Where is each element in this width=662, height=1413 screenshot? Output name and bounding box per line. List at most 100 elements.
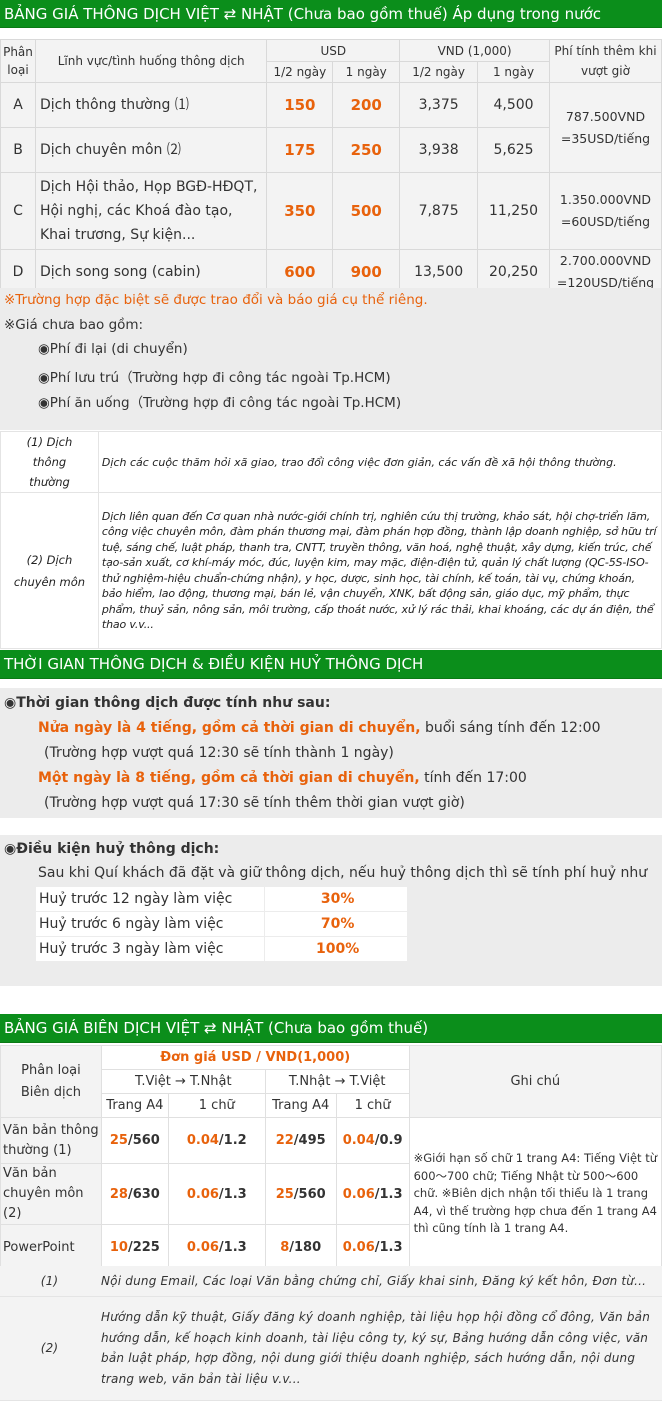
cancel-row: Huỷ trước 12 ngày làm việc 30% [34,886,408,912]
definition-row: (1) Nội dung Email, Các loại Văn bằng ch… [0,1266,662,1297]
header-usd: USD [266,39,401,62]
vj-char-price: 0.06/1.3 [167,1163,266,1225]
cancel-label: Huỷ trước 3 ngày làm việc [34,936,266,962]
definition-key: (1) [0,1266,99,1297]
header-a4-page: Trang A4 [100,1093,169,1118]
fee-travel: ◉Phí đi lại (di chuyển) [38,341,188,357]
row-field: Dịch thông thường ⑴ [34,82,268,128]
vnd-full-price: 4,500 [477,82,550,128]
vj-page-price: 28/630 [100,1163,169,1225]
vnd-value: /0.9 [374,1133,403,1148]
table-row: C Dịch Hội thảo, Họp BGĐ-HĐQT, Hội nghị,… [0,172,662,250]
definition-key: (2) Dịch chuyên môn [0,492,99,649]
definition-text: Dịch liên quan đến Cơ quan nhà nước-giới… [97,492,662,649]
jv-page-price: 22/495 [264,1117,337,1164]
vj-char-price: 0.04/1.2 [167,1117,266,1164]
cancel-row: Huỷ trước 3 ngày làm việc 100% [34,936,408,962]
vnd-value: /1.2 [218,1133,247,1148]
definition-row: (1) Dịch thông thường Dịch các cuộc thăm… [0,431,662,493]
price-notes: ※Trường hợp đặc biệt sẽ được trao đổi và… [0,288,662,430]
half-day-bold: Nửa ngày là 4 tiếng, gồm cả thời gian di… [38,720,421,736]
full-day-bold: Một ngày là 8 tiếng, gồm cả thời gian di… [38,770,420,786]
header-vnd: VND (1,000) [399,39,550,62]
cancel-fee-table: Huỷ trước 12 ngày làm việc 30% Huỷ trước… [34,886,408,962]
translation-title: BẢNG GIÁ BIÊN DỊCH VIỆT ⇄ NHẬT (Chưa bao… [0,1014,662,1043]
translation-category: Văn bản thông thường (1) [0,1117,102,1164]
vnd-value: /1.3 [374,1240,403,1255]
fee-meals: ◉Phí ăn uống（Trường hợp đi công tác ngoà… [38,395,402,411]
header-note: Ghi chú [408,1045,662,1118]
half-day-rest: buổi sáng tính đến 12:00 [420,720,601,736]
cancel-percent: 30% [264,886,408,912]
header-jp-to-viet: T.Nhật → T.Việt [264,1069,410,1094]
half-day-rule: Nửa ngày là 4 tiếng, gồm cả thời gian di… [38,720,600,736]
cancel-label: Huỷ trước 6 ngày làm việc [34,911,266,937]
usd-value: 0.06 [186,1240,219,1255]
usd-full-price: 200 [332,82,401,128]
row-field: Dịch chuyên môn ⑵ [34,127,268,173]
vnd-half-price: 3,375 [399,82,479,128]
header-category: Phân loại [0,39,36,83]
vj-page-price: 25/560 [100,1117,169,1164]
header-a4-page: Trang A4 [264,1093,337,1118]
translation-note: ※Giới hạn số chữ 1 trang A4: Tiếng Việt … [408,1117,662,1271]
row-field: Dịch Hội thảo, Họp BGĐ-HĐQT, Hội nghị, c… [34,172,268,250]
cancel-percent: 100% [264,936,408,962]
row-category: B [0,127,36,173]
full-day-rule: Một ngày là 8 tiếng, gồm cả thời gian di… [38,770,527,786]
translation-category: Văn bản chuyên môn (2) [0,1163,102,1225]
definition-row: (2) Hướng dẫn kỹ thuật, Giấy đăng ký doa… [0,1296,662,1401]
vj-page-price: 10/225 [100,1224,169,1271]
interpretation-definitions: (1) Dịch thông thường Dịch các cuộc thăm… [0,431,662,649]
jv-page-price: 8/180 [264,1224,337,1271]
usd-value: 25 [109,1133,128,1148]
header-per-char: 1 chữ [167,1093,266,1118]
translation-definitions: (1) Nội dung Email, Các loại Văn bằng ch… [0,1266,662,1401]
row-category: C [0,172,36,250]
jv-char-price: 0.06/1.3 [335,1224,410,1271]
translation-price-table: Phân loại Biên dịch Đơn giá USD / VND(1,… [0,1045,662,1271]
extra-fee: 1.350.000VND =60USD/tiếng [548,172,662,250]
header-usd-half: 1/2 ngày [266,61,334,83]
jv-char-price: 0.04/0.9 [335,1117,410,1164]
usd-value: 8 [280,1240,290,1255]
definition-key: (2) [0,1296,99,1401]
row-category: A [0,82,36,128]
table-row: A Dịch thông thường ⑴ 150 200 3,375 4,50… [0,82,662,173]
definition-text: Hướng dẫn kỹ thuật, Giấy đăng ký doanh n… [99,1296,662,1401]
translation-category: PowerPoint [0,1224,102,1271]
time-cancel-title: THỜI GIAN THÔNG DỊCH & ĐIỀU KIỆN HUỶ THÔ… [0,650,662,679]
vnd-value: /1.3 [218,1240,247,1255]
not-included-title: ※Giá chưa bao gồm: [4,317,144,333]
header-field: Lĩnh vực/tình huống thông dịch [34,39,268,83]
header-extra: Phí tính thêm khi vượt giờ [548,39,662,83]
vnd-half-price: 3,938 [399,127,479,173]
interpretation-title: BẢNG GIÁ THÔNG DỊCH VIỆT ⇄ NHẬT (Chưa ba… [0,0,662,28]
header-usd-full: 1 ngày [332,61,401,83]
usd-value: 0.04 [342,1133,375,1148]
header-vnd-full: 1 ngày [477,61,550,83]
vnd-full-price: 11,250 [477,172,550,250]
usd-value: 0.04 [186,1133,219,1148]
vnd-value: /560 [127,1133,160,1148]
usd-half-price: 150 [266,82,334,128]
interpretation-price-table: Phân loại Lĩnh vực/tình huống thông dịch… [0,39,662,295]
header-per-char: 1 chữ [335,1093,410,1118]
full-day-rest: tính đến 17:00 [419,770,527,786]
vnd-value: /495 [293,1133,326,1148]
vnd-half-price: 7,875 [399,172,479,250]
vnd-value: /1.3 [374,1186,403,1202]
time-box: ◉Thời gian thông dịch được tính như sau:… [0,688,662,818]
vnd-value: /225 [127,1240,160,1255]
definition-row: (2) Dịch chuyên môn Dịch liên quan đến C… [0,492,662,649]
usd-half-price: 175 [266,127,334,173]
usd-value: 22 [275,1133,294,1148]
usd-half-price: 350 [266,172,334,250]
half-day-sub: (Trường hợp vượt quá 12:30 sẽ tính thành… [44,745,394,761]
usd-value: 25 [275,1186,294,1202]
vnd-value: /180 [289,1240,322,1255]
vnd-value: /630 [127,1186,160,1202]
header-vnd-half: 1/2 ngày [399,61,479,83]
usd-value: 10 [109,1240,128,1255]
vnd-value: /560 [293,1186,326,1202]
